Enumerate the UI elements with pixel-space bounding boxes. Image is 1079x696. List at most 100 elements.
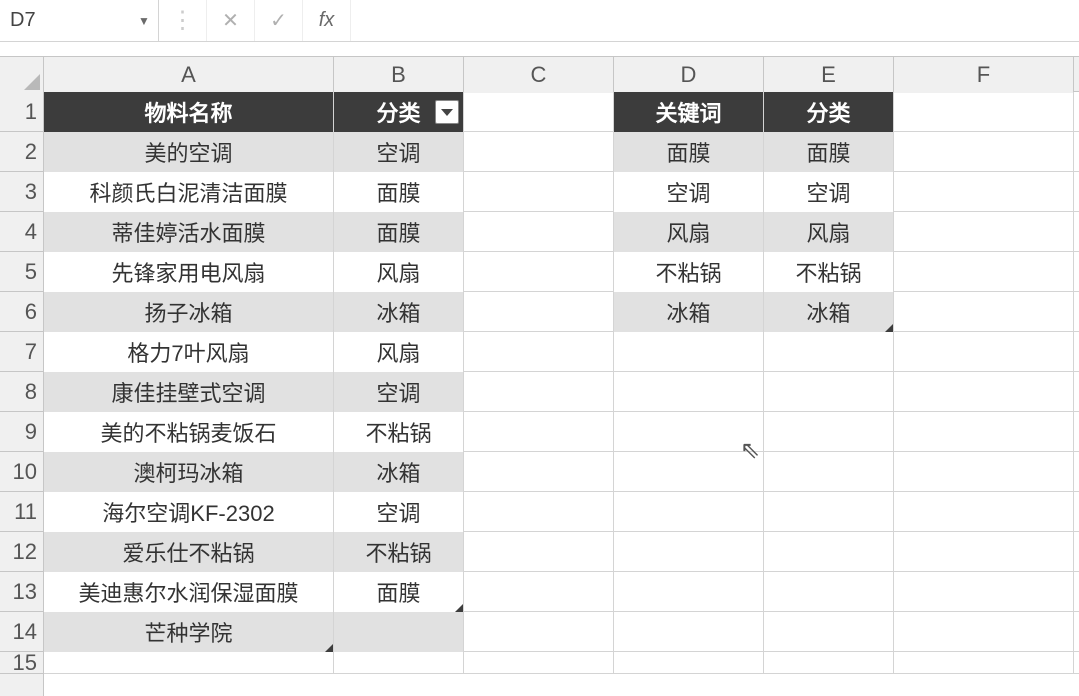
- col-header-E[interactable]: E: [764, 57, 894, 93]
- cell-E1[interactable]: 分类: [764, 92, 894, 132]
- cell-E4[interactable]: 风扇: [764, 212, 894, 252]
- row-header-1[interactable]: 1: [0, 92, 43, 132]
- cell-B11[interactable]: 空调: [334, 492, 464, 532]
- cell-D14[interactable]: [614, 612, 764, 652]
- cell-F8[interactable]: [894, 372, 1074, 412]
- cell-A4[interactable]: 蒂佳婷活水面膜: [44, 212, 334, 252]
- cell-C14[interactable]: [464, 612, 614, 652]
- cell-B13[interactable]: 面膜: [334, 572, 464, 612]
- cell-E14[interactable]: [764, 612, 894, 652]
- cell-E7[interactable]: [764, 332, 894, 372]
- cell-F7[interactable]: [894, 332, 1074, 372]
- cell-A11[interactable]: 海尔空调KF-2302: [44, 492, 334, 532]
- cell-E10[interactable]: [764, 452, 894, 492]
- cell-E5[interactable]: 不粘锅: [764, 252, 894, 292]
- row-header-2[interactable]: 2: [0, 132, 43, 172]
- cell-B9[interactable]: 不粘锅: [334, 412, 464, 452]
- col-header-A[interactable]: A: [44, 57, 334, 93]
- cell-D5[interactable]: 不粘锅: [614, 252, 764, 292]
- cell-D2[interactable]: 面膜: [614, 132, 764, 172]
- cell-A13[interactable]: 美迪惠尔水润保湿面膜: [44, 572, 334, 612]
- cell-D11[interactable]: [614, 492, 764, 532]
- cell-A6[interactable]: 扬子冰箱: [44, 292, 334, 332]
- cell-B3[interactable]: 面膜: [334, 172, 464, 212]
- cell-B1[interactable]: 分类: [334, 92, 464, 132]
- cell-F15[interactable]: [894, 652, 1074, 674]
- row-header-3[interactable]: 3: [0, 172, 43, 212]
- cell-C2[interactable]: [464, 132, 614, 172]
- cell-A10[interactable]: 澳柯玛冰箱: [44, 452, 334, 492]
- cell-B10[interactable]: 冰箱: [334, 452, 464, 492]
- row-header-6[interactable]: 6: [0, 292, 43, 332]
- col-header-F[interactable]: F: [894, 57, 1074, 93]
- cell-F4[interactable]: [894, 212, 1074, 252]
- cell-D4[interactable]: 风扇: [614, 212, 764, 252]
- cell-A5[interactable]: 先锋家用电风扇: [44, 252, 334, 292]
- cell-E12[interactable]: [764, 532, 894, 572]
- cell-F3[interactable]: [894, 172, 1074, 212]
- cell-F11[interactable]: [894, 492, 1074, 532]
- cell-D6[interactable]: 冰箱: [614, 292, 764, 332]
- col-header-D[interactable]: D: [614, 57, 764, 93]
- cell-B2[interactable]: 空调: [334, 132, 464, 172]
- cell-C4[interactable]: [464, 212, 614, 252]
- row-header-8[interactable]: 8: [0, 372, 43, 412]
- cell-E15[interactable]: [764, 652, 894, 674]
- cell-C3[interactable]: [464, 172, 614, 212]
- cell-B15[interactable]: [334, 652, 464, 674]
- cell-B4[interactable]: 面膜: [334, 212, 464, 252]
- cell-A2[interactable]: 美的空调: [44, 132, 334, 172]
- cell-F2[interactable]: [894, 132, 1074, 172]
- cell-A12[interactable]: 爱乐仕不粘锅: [44, 532, 334, 572]
- cell-D7[interactable]: [614, 332, 764, 372]
- cell-C6[interactable]: [464, 292, 614, 332]
- cell-C10[interactable]: [464, 452, 614, 492]
- select-all-corner[interactable]: [0, 57, 44, 93]
- cell-A9[interactable]: 美的不粘锅麦饭石: [44, 412, 334, 452]
- accept-formula-button[interactable]: ✓: [255, 0, 303, 41]
- cell-C15[interactable]: [464, 652, 614, 674]
- cell-B12[interactable]: 不粘锅: [334, 532, 464, 572]
- cell-F13[interactable]: [894, 572, 1074, 612]
- more-options-button[interactable]: ⋮: [159, 0, 207, 41]
- cells-area[interactable]: 物料名称分类关键词分类美的空调空调面膜面膜科颜氏白泥清洁面膜面膜空调空调蒂佳婷活…: [44, 92, 1079, 696]
- cell-A15[interactable]: [44, 652, 334, 674]
- cell-B6[interactable]: 冰箱: [334, 292, 464, 332]
- cell-D13[interactable]: [614, 572, 764, 612]
- cell-C13[interactable]: [464, 572, 614, 612]
- cell-D12[interactable]: [614, 532, 764, 572]
- cell-D1[interactable]: 关键词: [614, 92, 764, 132]
- cell-A1[interactable]: 物料名称: [44, 92, 334, 132]
- row-header-10[interactable]: 10: [0, 452, 43, 492]
- cell-E8[interactable]: [764, 372, 894, 412]
- row-header-9[interactable]: 9: [0, 412, 43, 452]
- row-header-7[interactable]: 7: [0, 332, 43, 372]
- cell-E9[interactable]: [764, 412, 894, 452]
- cell-E2[interactable]: 面膜: [764, 132, 894, 172]
- cell-A3[interactable]: 科颜氏白泥清洁面膜: [44, 172, 334, 212]
- cell-F10[interactable]: [894, 452, 1074, 492]
- cell-F1[interactable]: [894, 92, 1074, 132]
- cell-B8[interactable]: 空调: [334, 372, 464, 412]
- cell-B5[interactable]: 风扇: [334, 252, 464, 292]
- row-header-12[interactable]: 12: [0, 532, 43, 572]
- name-box-dropdown[interactable]: ▼: [130, 0, 158, 41]
- cell-C5[interactable]: [464, 252, 614, 292]
- cell-C7[interactable]: [464, 332, 614, 372]
- cell-A8[interactable]: 康佳挂壁式空调: [44, 372, 334, 412]
- cell-C9[interactable]: [464, 412, 614, 452]
- cell-D9[interactable]: [614, 412, 764, 452]
- cancel-formula-button[interactable]: ✕: [207, 0, 255, 41]
- cell-C8[interactable]: [464, 372, 614, 412]
- cell-C11[interactable]: [464, 492, 614, 532]
- cell-C12[interactable]: [464, 532, 614, 572]
- cell-A14[interactable]: 芒种学院: [44, 612, 334, 652]
- cell-D15[interactable]: [614, 652, 764, 674]
- name-box[interactable]: [0, 0, 130, 41]
- cell-F12[interactable]: [894, 532, 1074, 572]
- cell-A7[interactable]: 格力7叶风扇: [44, 332, 334, 372]
- row-header-4[interactable]: 4: [0, 212, 43, 252]
- cell-F14[interactable]: [894, 612, 1074, 652]
- cell-E11[interactable]: [764, 492, 894, 532]
- row-header-14[interactable]: 14: [0, 612, 43, 652]
